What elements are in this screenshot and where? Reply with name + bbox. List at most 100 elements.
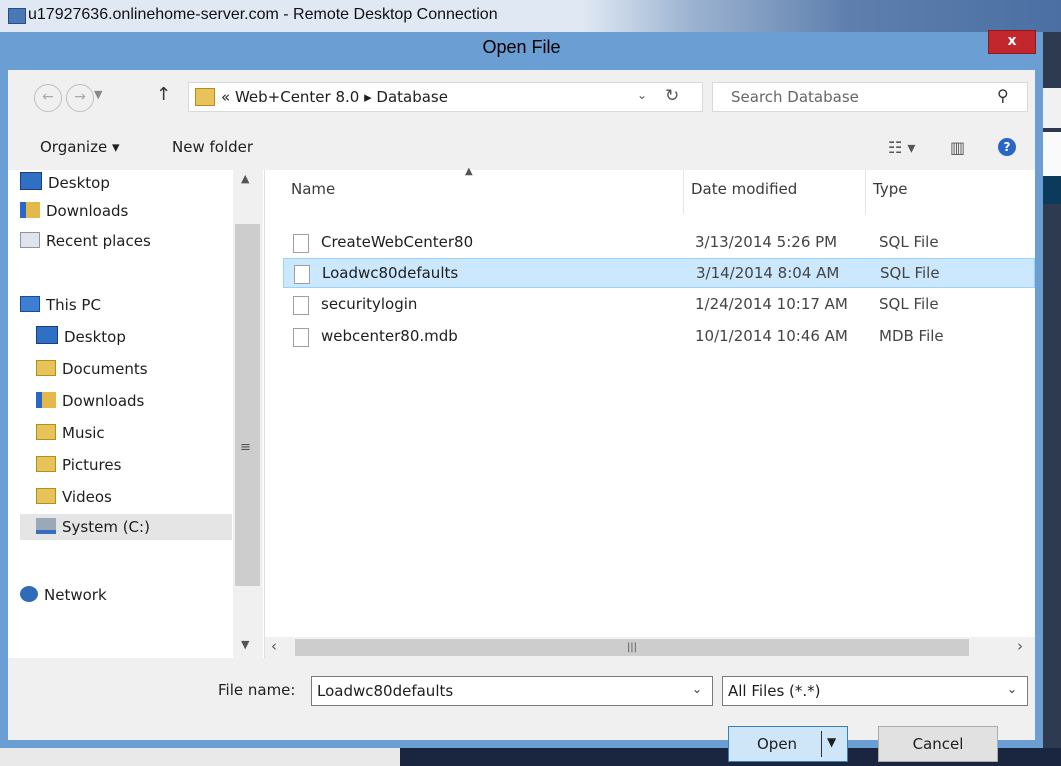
sidebar-item-desktop[interactable]: Desktop [20, 170, 110, 196]
file-row[interactable]: securitylogin 1/24/2014 10:17 AM SQL Fil… [283, 290, 1035, 320]
documents-icon [36, 360, 56, 376]
preview-pane-icon[interactable]: ▥ [950, 138, 965, 157]
sidebar-item-network[interactable]: Network [20, 582, 107, 608]
search-icon[interactable]: ⚲ [997, 86, 1009, 105]
file-type-value: All Files (*.*) [728, 682, 821, 700]
scroll-right-icon[interactable]: › [1017, 637, 1023, 655]
background-window-strip [1043, 32, 1061, 766]
toolbar: Organize ▾ New folder ☷ ▾ ▥ ? [8, 126, 1035, 170]
file-date: 3/13/2014 5:26 PM [695, 233, 838, 251]
rdp-window-title: u17927636.onlinehome-server.com - Remote… [28, 6, 498, 23]
sql-file-icon [293, 296, 309, 315]
videos-icon [36, 488, 56, 504]
scrollbar-thumb[interactable]: ||| [295, 639, 969, 656]
sidebar-item-documents[interactable]: Documents [36, 356, 148, 382]
file-row[interactable]: CreateWebCenter80 3/13/2014 5:26 PM SQL … [283, 228, 1035, 258]
rdp-app-icon [8, 8, 26, 24]
sidebar-item-label: Music [62, 424, 105, 442]
open-options-dropdown-icon[interactable]: ▼ [827, 735, 836, 749]
file-name-label: File name: [218, 681, 296, 699]
dialog-title: Open File [482, 37, 561, 57]
file-list: ▲ Name Date modified Type CreateWebCente… [265, 166, 1035, 637]
sidebar-item-label: Videos [62, 488, 112, 506]
desktop-icon [36, 326, 58, 344]
sidebar-item-label: Recent places [46, 232, 151, 250]
scroll-left-icon[interactable]: ‹ [271, 637, 277, 655]
sidebar-item-downloads[interactable]: Downloads [20, 198, 128, 224]
refresh-icon[interactable]: ↻ [665, 86, 679, 106]
breadcrumb[interactable]: « Web+Center 8.0 ▸ Database [221, 88, 448, 106]
sidebar-item-label: System (C:) [62, 518, 150, 536]
rdp-title-bar: u17927636.onlinehome-server.com - Remote… [0, 0, 1061, 32]
recent-locations-dropdown-icon[interactable]: ▼ [94, 88, 102, 101]
split-divider [821, 731, 822, 757]
sidebar-item-desktop-pc[interactable]: Desktop [36, 324, 126, 350]
open-button[interactable]: Open ▼ [728, 726, 848, 762]
new-folder-button[interactable]: New folder [172, 138, 253, 156]
music-icon [36, 424, 56, 440]
file-row-selected[interactable]: Loadwc80defaults 3/14/2014 8:04 AM SQL F… [283, 258, 1035, 288]
dialog-body: ← → ▼ ↑ « Web+Center 8.0 ▸ Database ⌄ ↻ … [8, 70, 1035, 762]
back-button[interactable]: ← [34, 84, 62, 112]
file-name: CreateWebCenter80 [321, 233, 474, 251]
sidebar-item-label: Downloads [62, 392, 145, 410]
sidebar-item-music[interactable]: Music [36, 420, 105, 446]
cancel-button[interactable]: Cancel [878, 726, 998, 762]
search-input[interactable]: Search Database ⚲ [712, 82, 1028, 112]
chevron-down-icon[interactable]: ⌄ [692, 682, 702, 696]
sidebar-item-downloads-pc[interactable]: Downloads [36, 388, 144, 414]
recent-places-icon [20, 232, 40, 248]
drive-icon [36, 518, 56, 534]
column-divider[interactable] [683, 170, 684, 214]
background-window-1 [1043, 88, 1061, 128]
column-divider[interactable] [865, 170, 866, 214]
column-header-name[interactable]: Name [291, 180, 335, 198]
file-type: SQL File [879, 295, 939, 313]
file-type: SQL File [879, 233, 939, 251]
downloads-icon [36, 392, 56, 408]
desktop-icon [20, 172, 42, 190]
horizontal-scrollbar[interactable]: ‹ ||| › [265, 637, 1035, 658]
help-icon[interactable]: ? [998, 138, 1016, 156]
sidebar-scrollbar[interactable]: ▲ ≡ ▼ [233, 170, 263, 658]
sidebar-item-label: Desktop [64, 328, 126, 346]
scroll-down-icon[interactable]: ▼ [241, 638, 249, 651]
file-name: webcenter80.mdb [321, 327, 458, 345]
column-header-date-modified[interactable]: Date modified [691, 180, 797, 198]
sidebar-item-pictures[interactable]: Pictures [36, 452, 121, 478]
file-date: 10/1/2014 10:46 AM [695, 327, 848, 345]
search-placeholder: Search Database [731, 88, 859, 106]
sidebar-item-system-c[interactable]: System (C:) [20, 514, 232, 540]
close-button[interactable]: x [988, 30, 1036, 54]
view-options-icon[interactable]: ☷ ▾ [888, 138, 915, 157]
file-name-input[interactable]: Loadwc80defaults ⌄ [311, 676, 713, 706]
organize-menu[interactable]: Organize ▾ [40, 138, 120, 156]
sidebar-item-videos[interactable]: Videos [36, 484, 112, 510]
sidebar-item-this-pc[interactable]: This PC [20, 292, 101, 318]
sidebar-item-recent-places[interactable]: Recent places [20, 228, 151, 254]
sort-ascending-icon: ▲ [465, 166, 473, 177]
up-folder-button[interactable]: ↑ [156, 84, 171, 105]
address-dropdown-icon[interactable]: ⌄ [637, 88, 647, 102]
sidebar-item-label: Desktop [48, 174, 110, 192]
background-window-3 [1043, 176, 1061, 204]
file-row[interactable]: webcenter80.mdb 10/1/2014 10:46 AM MDB F… [283, 322, 1035, 352]
background-window-2 [1043, 132, 1061, 176]
network-icon [20, 586, 38, 602]
pictures-icon [36, 456, 56, 472]
file-type-select[interactable]: All Files (*.*) ⌄ [722, 676, 1028, 706]
grip-icon: ≡ [240, 440, 251, 455]
chevron-down-icon[interactable]: ⌄ [1007, 682, 1017, 696]
file-type: SQL File [880, 264, 940, 282]
file-name: Loadwc80defaults [322, 264, 459, 282]
address-bar[interactable]: « Web+Center 8.0 ▸ Database ⌄ ↻ [188, 82, 703, 112]
forward-button[interactable]: → [66, 84, 94, 112]
scrollbar-thumb[interactable] [235, 224, 260, 586]
column-header-type[interactable]: Type [873, 180, 907, 198]
file-date: 3/14/2014 8:04 AM [696, 264, 840, 282]
navigation-pane: Desktop Downloads Recent places This PC … [8, 170, 265, 658]
open-file-dialog: Open File x ← → ▼ ↑ « Web+Center 8.0 ▸ D… [0, 30, 1043, 762]
sidebar-item-label: This PC [46, 296, 101, 314]
scroll-up-icon[interactable]: ▲ [241, 172, 249, 185]
sql-file-icon [293, 234, 309, 253]
